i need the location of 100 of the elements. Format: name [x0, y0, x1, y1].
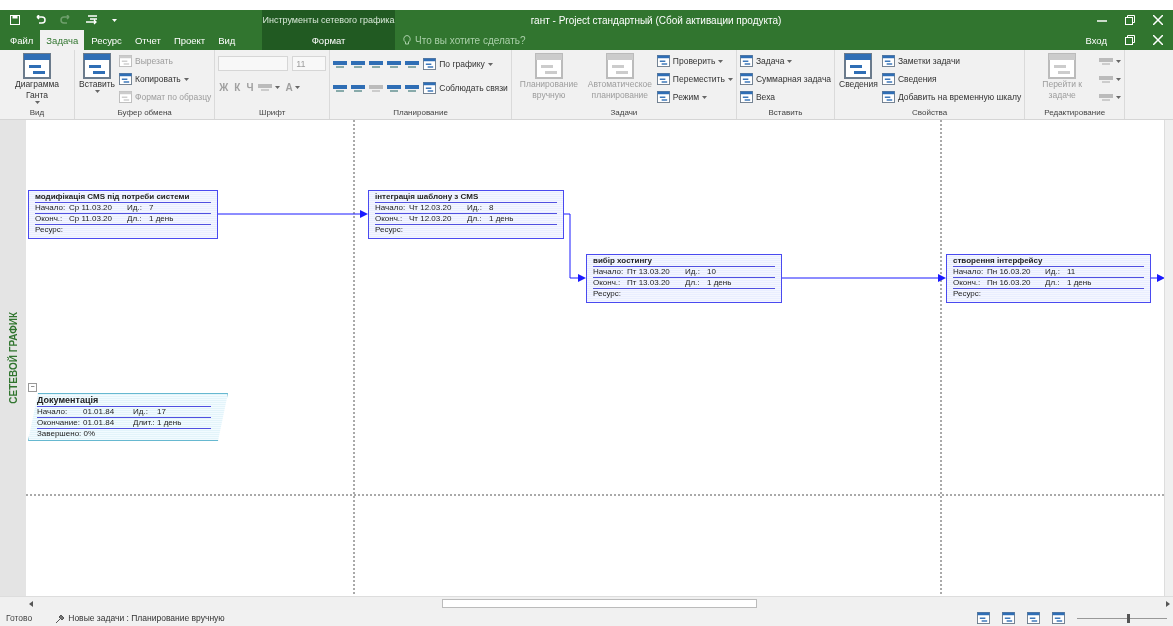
bar-icon — [405, 83, 420, 93]
zoom-slider[interactable] — [1077, 613, 1167, 623]
ribbon-tab[interactable]: Ресурс — [85, 30, 128, 50]
ribbon-button[interactable]: Сведения — [881, 71, 1022, 87]
document-icon — [739, 55, 753, 67]
node-title: модифікація CMS під потреби системи — [35, 192, 211, 203]
node-label: Ид.: — [127, 203, 143, 213]
caret-icon — [183, 77, 189, 81]
node-value: Чт 12.03.20 — [409, 214, 453, 224]
connector-arrow — [1150, 274, 1164, 282]
document-icon — [656, 73, 670, 85]
summary-node[interactable]: Документація Начало: 01.01.84 Ид.: 17 Окончание: 01.01.84 Длит.: 1 день Завершено: 0% — [28, 393, 228, 441]
node-label: Дл.: — [467, 214, 483, 224]
ribbon-large-button[interactable]: Сведения — [838, 52, 879, 91]
node-label: Начало: — [375, 203, 407, 213]
ribbon-button[interactable]: Проверить — [656, 53, 733, 69]
caret-icon — [1116, 59, 1122, 63]
caret-icon — [718, 59, 724, 63]
ribbon-button[interactable]: Суммарная задача — [739, 71, 832, 87]
scroll-thumb[interactable] — [441, 599, 758, 608]
ribbon-tab[interactable]: Проект — [167, 30, 212, 50]
ribbon-tab[interactable]: Файл — [4, 30, 40, 50]
document-icon — [739, 91, 753, 103]
vertical-scrollbar[interactable] — [1164, 120, 1173, 596]
close-icon[interactable] — [1153, 15, 1163, 25]
bar-icon — [405, 59, 420, 69]
ribbon-large-button[interactable]: Вставить — [78, 52, 117, 94]
restore-icon[interactable] — [1125, 15, 1135, 25]
document-icon — [534, 53, 563, 79]
right-arrow-icon — [1166, 600, 1170, 607]
document-icon — [881, 73, 895, 85]
document-icon — [119, 91, 133, 103]
node-label: Длит.: — [133, 418, 156, 428]
ribbon-button[interactable]: Переместить — [656, 71, 733, 87]
connector-arrow — [563, 213, 586, 282]
node-label: Оконч.: — [593, 278, 622, 288]
node-value: Пт 13.03.20 — [627, 278, 671, 288]
caret-icon — [294, 85, 300, 89]
node-label: Ид.: — [467, 203, 483, 213]
node-label: Оконч.: — [953, 278, 982, 288]
ribbon-button[interactable]: Добавить на временную шкалу — [881, 89, 1022, 105]
group-label: Вид — [28, 107, 46, 119]
document-icon — [844, 53, 873, 79]
caret-icon — [727, 77, 733, 81]
node-label: Ид.: — [685, 267, 701, 277]
document-icon — [423, 82, 437, 94]
ribbon-tab[interactable]: Задача — [40, 30, 85, 50]
bar-icon — [351, 83, 366, 93]
bar-icon — [333, 59, 348, 69]
task-node[interactable]: створення інтерфейсу Начало: Пн 16.03.20 Ид.: 11 Оконч.: Пн 16.03.20 Дл.: 1 день Ресурс: — [946, 254, 1151, 303]
ribbon-button[interactable]: Веха — [739, 89, 832, 105]
document-icon — [881, 91, 895, 103]
undo-icon[interactable] — [34, 15, 46, 25]
node-label: Ресурс: — [593, 289, 622, 299]
ribbon-tab[interactable]: Вид — [212, 30, 242, 50]
node-value: 1 день — [1067, 278, 1093, 288]
task-node[interactable]: вибір хостингу Начало: Пт 13.03.20 Ид.: 10 Оконч.: Пт 13.03.20 Дл.: 1 день Ресурс: — [586, 254, 782, 303]
node-value: 8 — [489, 203, 495, 213]
node-label: Начало: — [953, 267, 985, 277]
group-label: Вставить — [767, 107, 804, 119]
ribbon-button[interactable]: Задача — [739, 53, 832, 69]
caret-icon — [1116, 95, 1122, 99]
bar-icon — [369, 83, 384, 93]
ribbon-button[interactable]: Режим — [656, 89, 733, 105]
ribbon-button[interactable]: По графику — [423, 56, 493, 72]
node-value: Пт 13.03.20 — [627, 267, 671, 277]
group-label: Планирование — [392, 107, 449, 119]
node-value: 1 день — [489, 214, 515, 224]
save-icon[interactable] — [10, 15, 20, 25]
ribbon-tab[interactable]: Отчет — [128, 30, 167, 50]
ribbon-large-button[interactable]: Диаграмма Ганта — [3, 52, 71, 105]
node-title: вибір хостингу — [593, 256, 775, 267]
document-icon — [656, 91, 670, 103]
sign-in-link[interactable]: Вход — [1085, 34, 1107, 46]
document-icon — [83, 53, 111, 79]
node-value: 01.01.84 — [83, 418, 116, 428]
caret-icon — [487, 62, 493, 66]
ribbon-button[interactable]: Копировать — [119, 71, 212, 87]
node-label: Оконч.: — [375, 214, 404, 224]
document-icon — [1052, 612, 1065, 624]
indent-icon[interactable] — [86, 14, 98, 26]
node-value: 1 день — [157, 418, 183, 428]
caret-icon — [112, 18, 117, 22]
node-value: Ср 11.03.20 — [69, 203, 113, 213]
bar-icon — [333, 83, 348, 93]
ribbon-button[interactable]: Заметки задачи — [881, 53, 1022, 69]
context-tab-group: Инструменты сетевого графика — [262, 10, 395, 30]
group-label: Буфер обмена — [116, 107, 173, 119]
node-title: інтеграція шаблону з CMS — [375, 192, 557, 203]
task-node[interactable]: інтеграція шаблону з CMS Начало: Чт 12.03.20 Ид.: 8 Оконч.: Чт 12.03.20 Дл.: 1 день Ресурс: — [368, 190, 564, 239]
caret-icon — [34, 101, 40, 104]
ribbon-button[interactable]: Соблюдать связи — [423, 80, 508, 96]
status-text: Готово — [6, 613, 33, 623]
restore-icon[interactable] — [1125, 35, 1135, 45]
task-node[interactable]: модифікація CMS під потреби системи Начало: Ср 11.03.20 Ид.: 7 Оконч.: Ср 11.03.20 Дл.: 1 день Ресурс: — [28, 190, 218, 239]
caret-icon — [94, 90, 100, 93]
node-label: Дл.: — [685, 278, 701, 288]
group-label: Шрифт — [258, 107, 287, 119]
close-icon[interactable] — [1153, 35, 1163, 45]
node-value: 1 день — [707, 278, 733, 288]
